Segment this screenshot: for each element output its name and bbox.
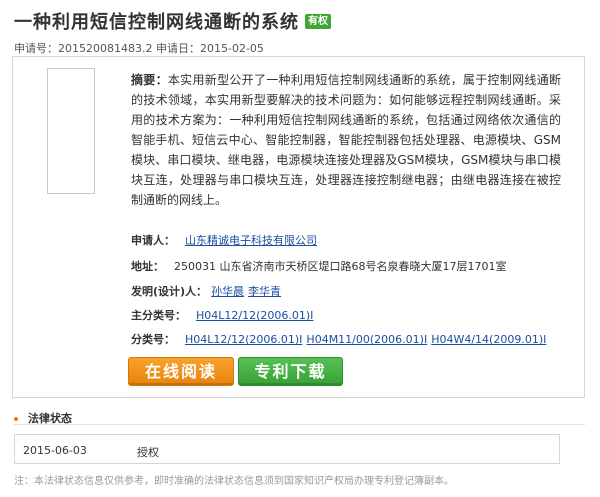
app-no: 201520081483.2 [58,42,153,55]
main-class-row: 主分类号： H04L12/12(2006.01)I [131,307,317,323]
title-row: 一种利用短信控制网线通断的系统 有权 [14,8,331,34]
classes-row: 分类号： H04L12/12(2006.01)I H04M11/00(2006.01… [131,331,550,347]
applicant-label: 申请人： [131,234,175,247]
page-title: 一种利用短信控制网线通断的系统 [14,12,299,33]
application-info: 申请号：201520081483.2 申请日：2015-02-05 [14,40,264,56]
app-date-label: 申请日： [155,42,200,55]
inventor-link[interactable]: 李华青 [248,285,281,298]
inventor-link[interactable]: 孙华晨 [211,285,244,298]
address-row: 地址： 250031 山东省济南市天桥区堤口路68号名泉春晓大厦17层1701室 [131,258,506,274]
class-link[interactable]: H04M11/00(2006.01)I [306,333,427,346]
abstract: 摘要：本实用新型公开了一种利用短信控制网线通断的系统，属于控制网线通断的技术领域… [131,70,561,210]
applicant-row: 申请人： 山东精诚电子科技有限公司 [131,232,321,248]
address-label: 地址： [131,260,164,273]
legal-note: 注：本法律状态信息仅供参考，即时准确的法律状态信息须到国家知识产权局办理专利登记… [14,476,454,487]
download-button[interactable]: 专利下载 [238,357,343,386]
legal-date: 2015-06-03 [23,444,87,457]
inventors-label: 发明(设计)人： [131,285,208,298]
read-online-button[interactable]: 在线阅读 [128,357,234,386]
inventors-row: 发明(设计)人： 孙华晨 李华青 [131,283,285,299]
abstract-text: 本实用新型公开了一种利用短信控制网线通断的系统，属于控制网线通断的技术领域，本实… [131,73,561,207]
abstract-label: 摘要： [131,73,168,87]
bullet-icon [14,417,18,421]
applicant-link[interactable]: 山东精诚电子科技有限公司 [185,234,317,247]
divider [14,424,585,425]
address-value: 250031 山东省济南市天桥区堤口路68号名泉春晓大厦17层1701室 [174,260,507,273]
main-class-label: 主分类号： [131,309,186,322]
legal-status: 授权 [137,446,159,459]
app-no-label: 申请号： [14,42,58,55]
class-link[interactable]: H04L12/12(2006.01)I [185,333,302,346]
status-badge: 有权 [305,13,331,29]
class-link[interactable]: H04W4/14(2009.01)I [431,333,546,346]
legal-status-row: 2015-06-03 授权 [14,434,560,464]
patent-thumbnail[interactable] [47,68,95,194]
app-date: 2015-02-05 [199,42,264,55]
main-class-link[interactable]: H04L12/12(2006.01)I [196,309,313,322]
classes-label: 分类号： [131,333,175,346]
